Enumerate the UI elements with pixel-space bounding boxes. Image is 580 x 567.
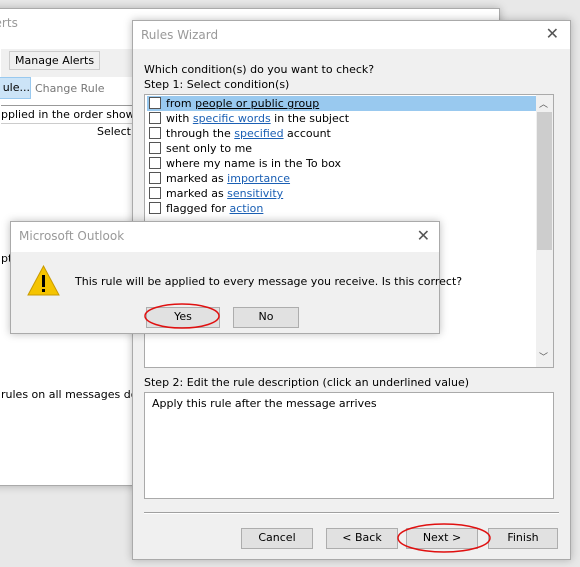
annotation-circles [144, 303, 491, 553]
yes-annotation [144, 303, 220, 329]
next-annotation [397, 523, 491, 553]
